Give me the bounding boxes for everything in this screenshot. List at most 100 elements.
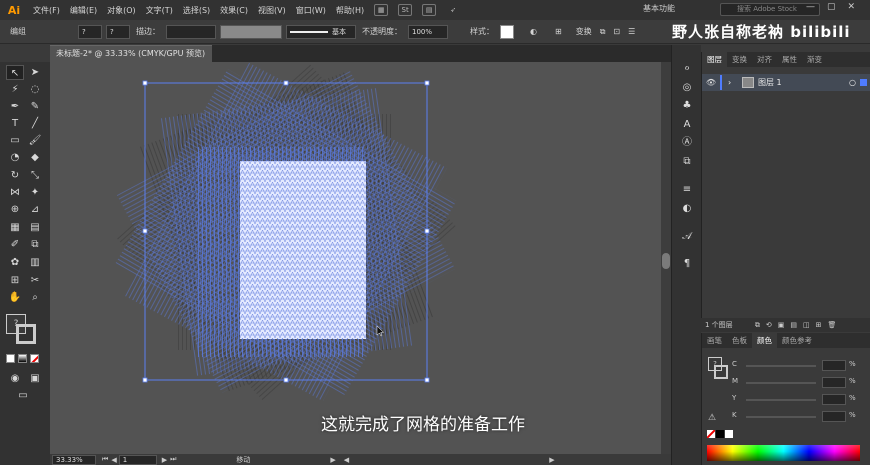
variable-width-profile[interactable] [220,24,282,39]
black-swatch[interactable] [716,430,724,438]
gradient-tool-icon[interactable]: ▤ [26,220,44,235]
tab-color[interactable]: 颜色 [752,333,777,348]
stroke-weight-input[interactable] [166,24,216,39]
artboard-number-field[interactable]: 1 [118,454,157,465]
black-slider[interactable]: K % [732,411,862,423]
gpu-performance-icon[interactable]: ➶ [446,4,460,16]
expand-chevron-icon[interactable]: › [728,78,738,87]
stroke-swatch[interactable]: ? [106,24,130,39]
fill-swatch[interactable]: ? [78,24,102,39]
character-icon[interactable]: A [680,118,694,132]
menu-help[interactable]: 帮助(H) [331,5,369,16]
stock-search-input[interactable]: 搜索 Adobe Stock [720,3,820,16]
tab-transform[interactable]: 变换 [727,52,752,67]
hscroll-right-icon[interactable]: ▶ [549,456,554,464]
shape-builder-icon[interactable]: ⊕ [6,202,24,217]
isolate-icon[interactable]: ⧉ [600,27,606,37]
menu-window[interactable]: 窗口(W) [291,5,331,16]
paintbrush-tool-icon[interactable]: 🖌 [26,133,44,148]
menu-type[interactable]: 文字(T) [141,5,178,16]
line-tool-icon[interactable]: ╱ [26,116,44,131]
glyphs-icon[interactable]: Ⓐ [680,136,694,150]
opacity-input[interactable]: 100% [408,24,448,39]
links-icon[interactable]: ⧉ [680,155,694,169]
align-icon[interactable]: ⊞ [555,27,562,36]
hand-tool-icon[interactable]: ✋ [6,290,24,305]
tab-brushes[interactable]: 画笔 [702,333,727,348]
column-graph-icon[interactable]: ▥ [26,255,44,270]
minimize-button[interactable]: — [806,2,815,12]
artboard-nav-next-icon[interactable]: ▶ [162,456,167,464]
opentype-icon[interactable]: 𝒜 [680,230,694,244]
document-tab[interactable]: 未标题-2* @ 33.33% (CMYK/GPU 预览) ✕ [50,45,218,62]
appearance-icon[interactable]: ◎ [680,81,694,95]
edit-toolbar-icon[interactable]: ▭ [14,388,32,403]
target-circle-icon[interactable]: ○ [849,78,856,87]
symbol-sprayer-icon[interactable]: ✿ [6,255,24,270]
recolor-icon[interactable]: ◐ [530,27,537,36]
graphic-style-swatch[interactable] [500,24,514,39]
mesh-tool-icon[interactable]: ▦ [6,220,24,235]
maximize-button[interactable]: ▢ [827,2,836,12]
type-tool-icon[interactable]: T [6,116,24,131]
black-value[interactable] [822,411,846,422]
cyan-slider[interactable]: C % [732,360,862,372]
eraser-tool-icon[interactable]: ◆ [26,150,44,165]
zoom-tool-icon[interactable]: ⌕ [26,290,44,305]
artboard-nav-first-icon[interactable]: ⏮ [102,455,108,464]
tab-properties[interactable]: 属性 [777,52,802,67]
color-mode-icon[interactable] [6,354,15,363]
yellow-value[interactable] [822,394,846,405]
artboard-nav-last-icon[interactable]: ⏭ [170,455,176,464]
draw-mode-icon[interactable]: ◉ [6,371,24,386]
tab-gradient[interactable]: 渐变 [802,52,827,67]
direct-selection-tool-icon[interactable]: ➤ [26,65,44,80]
bridge-icon[interactable]: ▦ [374,4,389,16]
menu-select[interactable]: 选择(S) [178,5,215,16]
selection-tool-icon[interactable]: ↖ [6,65,24,80]
tab-layers[interactable]: 图层 [702,52,727,67]
width-tool-icon[interactable]: ⋈ [6,185,24,200]
artboard-canvas[interactable] [50,62,661,454]
tab-align[interactable]: 对齐 [752,52,777,67]
screen-mode-icon[interactable]: ▣ [26,371,44,386]
symbols-icon[interactable]: ♣ [680,99,694,113]
white-swatch[interactable] [725,430,733,438]
layer-row[interactable]: 👁 › 图层 1 ○ [702,74,870,91]
magenta-slider[interactable]: M % [732,377,862,389]
panel-menu-icon[interactable]: ☰ [628,27,635,36]
menu-file[interactable]: 文件(F) [28,5,65,16]
hscroll-left-icon[interactable]: ◀ [344,456,349,464]
scale-tool-icon[interactable]: ⤡ [26,168,44,183]
tab-swatches[interactable]: 色板 [727,333,752,348]
workspace-switcher[interactable]: 基本功能 [643,3,675,14]
brush-definition[interactable]: 基本 [286,24,356,39]
stroke-box[interactable] [16,324,36,344]
puppet-warp-icon[interactable]: ✦ [26,185,44,200]
status-expand-icon[interactable]: ▶ [330,456,335,464]
properties-icon[interactable]: ℴ [680,61,694,75]
paragraph-icon[interactable]: ¶ [680,257,694,271]
artboard-nav-prev-icon[interactable]: ◀ [111,456,116,464]
layers-footer-icons[interactable]: ⧉⟲▣▤◫⊞🗑 [755,321,842,329]
rotate-tool-icon[interactable]: ↻ [6,168,24,183]
layer-name[interactable]: 图层 1 [758,77,782,88]
lasso-icon[interactable]: ◌ [26,82,44,97]
blend-tool-icon[interactable]: ⧉ [26,237,44,252]
zoom-level-field[interactable]: 33.33% [52,454,96,465]
pen-tool-icon[interactable]: ✒ [6,99,24,114]
close-button[interactable]: ✕ [848,2,856,12]
eyedropper-icon[interactable]: ✐ [6,237,24,252]
transparency-icon[interactable]: ◐ [680,202,694,216]
scrollbar-thumb[interactable] [662,253,670,269]
menu-object[interactable]: 对象(O) [102,5,141,16]
shaper-tool-icon[interactable]: ◔ [6,150,24,165]
color-stroke-box[interactable] [714,365,728,379]
edit-icon[interactable]: ⊡ [613,27,620,36]
none-swatch[interactable] [707,430,715,438]
out-of-gamut-icon[interactable]: ⚠ [708,413,716,423]
visibility-eye-icon[interactable]: 👁 [702,78,720,87]
menu-effect[interactable]: 效果(C) [215,5,253,16]
transform-link[interactable]: 变换 [576,26,592,37]
menu-view[interactable]: 视图(V) [253,5,291,16]
